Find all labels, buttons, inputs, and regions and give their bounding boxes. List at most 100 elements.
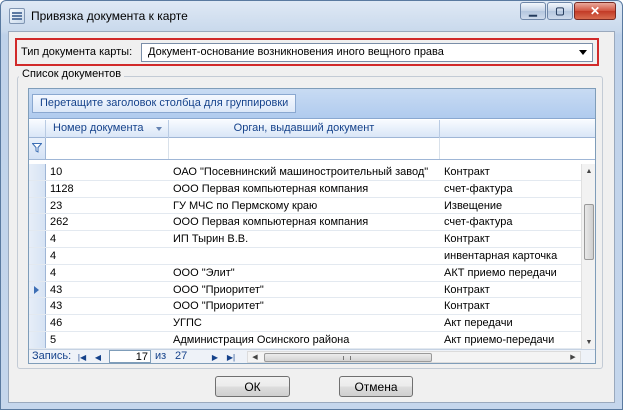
filter-button[interactable] <box>29 138 46 159</box>
column-header-issuer[interactable]: Орган, выдавший документ <box>169 120 440 138</box>
cancel-button[interactable]: Отмена <box>339 376 413 397</box>
filter-icon <box>32 143 42 153</box>
cell-type[interactable]: Контракт <box>444 233 580 245</box>
cell-number[interactable]: 10 <box>50 166 167 178</box>
row-indicator[interactable] <box>29 264 46 281</box>
cell-number[interactable]: 4 <box>50 233 167 245</box>
maximize-button[interactable]: ▢ <box>547 2 573 20</box>
row-indicator[interactable] <box>29 248 46 264</box>
cell-type[interactable]: счет-фактура <box>444 216 580 228</box>
filter-number-input[interactable] <box>46 138 169 159</box>
row-indicator[interactable] <box>29 315 46 331</box>
first-record-icon[interactable]: |◀ <box>76 351 88 363</box>
column-header-number-label: Номер документа <box>53 122 144 134</box>
grip-icon <box>343 356 351 360</box>
vertical-scrollbar[interactable]: ▲ ▼ <box>581 164 595 349</box>
next-record-icon[interactable]: ▶ <box>209 351 221 363</box>
table-row[interactable]: 10 ОАО "Посевнинский машиностроительный з… <box>29 164 581 181</box>
cell-number[interactable]: 4 <box>50 267 167 279</box>
table-row[interactable]: 5 Администрация Осинского района Акт прием… <box>29 332 581 349</box>
grid-header: Номер документа Орган, выдавший документ <box>29 120 595 138</box>
chevron-down-icon[interactable] <box>579 50 587 55</box>
table-row[interactable]: 4 инвентарная карточка <box>29 248 581 265</box>
last-record-icon[interactable]: ▶| <box>225 351 237 363</box>
table-row[interactable]: 43 ООО "Приоритет" Контракт <box>29 281 581 299</box>
table-row[interactable]: 46 УГПС Акт передачи <box>29 315 581 332</box>
cell-number[interactable]: 5 <box>50 334 167 346</box>
record-number-input[interactable]: 17 <box>109 350 151 363</box>
horizontal-scroll-thumb[interactable] <box>264 353 432 362</box>
row-indicator[interactable] <box>29 180 46 197</box>
minimize-button[interactable]: ▁ <box>520 2 546 20</box>
doc-type-panel: Тип документа карты: Документ-основание … <box>15 38 599 66</box>
row-indicator[interactable] <box>29 164 46 180</box>
ok-button[interactable]: ОК <box>215 376 290 397</box>
cell-issuer[interactable]: ООО Первая компьютерная компания <box>173 183 437 195</box>
cell-issuer[interactable]: ОАО "Посевнинский машиностроительный зав… <box>173 166 437 178</box>
filter-type-input[interactable] <box>440 138 581 159</box>
scroll-up-icon[interactable]: ▲ <box>582 164 595 178</box>
scroll-left-icon[interactable]: ◀ <box>249 352 261 362</box>
navigator-total: 27 <box>175 350 188 362</box>
row-indicator[interactable] <box>29 332 46 348</box>
close-icon: ✕ <box>589 4 601 18</box>
column-header-number[interactable]: Номер документа <box>46 120 169 138</box>
table-row[interactable]: 4 ООО "Элит" АКТ приемо передачи <box>29 264 581 282</box>
cell-number[interactable]: 43 <box>50 300 167 312</box>
cell-issuer[interactable]: ООО Первая компьютерная компания <box>173 216 437 228</box>
cell-type[interactable]: счет-фактура <box>444 183 580 195</box>
cell-type[interactable]: Извещение <box>444 200 580 212</box>
row-indicator[interactable] <box>29 197 46 214</box>
cell-issuer[interactable]: ООО "Элит" <box>173 267 437 279</box>
horizontal-scrollbar[interactable]: ◀ ▶ <box>247 351 581 363</box>
app-icon <box>9 8 25 24</box>
sort-arrow-icon <box>156 127 162 131</box>
cell-issuer[interactable]: Администрация Осинского района <box>173 334 437 346</box>
table-row[interactable]: 4 ИП Тырин В.В. Контракт <box>29 231 581 248</box>
cell-type[interactable]: Контракт <box>444 166 580 178</box>
cell-type[interactable]: АКТ приемо передачи <box>444 267 580 279</box>
table-row[interactable]: 262 ООО Первая компьютерная компания счет-… <box>29 214 581 232</box>
cell-issuer[interactable]: ИП Тырин В.В. <box>173 233 437 245</box>
cell-number[interactable]: 4 <box>50 250 167 262</box>
table-row[interactable]: 23 ГУ МЧС по Пермскому краю Извещение <box>29 197 581 215</box>
row-indicator[interactable] <box>29 298 46 315</box>
scroll-down-icon[interactable]: ▼ <box>582 335 595 349</box>
cell-number[interactable]: 46 <box>50 317 167 329</box>
doc-type-combobox[interactable]: Документ-основание возникновения иного в… <box>141 43 593 62</box>
table-row[interactable]: 1128 ООО Первая компьютерная компания счет… <box>29 180 581 198</box>
column-header-issuer-label: Орган, выдавший документ <box>233 122 375 134</box>
cell-type[interactable]: Контракт <box>444 284 580 296</box>
dialog-client-area: Тип документа карты: Документ-основание … <box>8 31 615 403</box>
navigator-label: Запись: <box>32 350 72 362</box>
cell-issuer[interactable]: УГПС <box>173 317 437 329</box>
cell-type[interactable]: Контракт <box>444 300 580 312</box>
prev-record-icon[interactable]: ◀ <box>92 351 104 363</box>
vertical-scroll-thumb[interactable] <box>584 204 594 260</box>
cell-type[interactable]: Акт передачи <box>444 317 580 329</box>
group-by-panel[interactable]: Перетащите заголовок столбца для группир… <box>29 89 595 119</box>
record-navigator: Запись: |◀ ◀ 17 из 27 ▶ ▶| ◀ ▶ <box>29 349 595 363</box>
title-bar[interactable]: Привязка документа к карте ▁ ▢ ✕ <box>1 1 622 31</box>
window-title: Привязка документа к карте <box>31 9 188 23</box>
documents-grid[interactable]: Перетащите заголовок столбца для группир… <box>28 88 596 364</box>
row-indicator[interactable] <box>29 214 46 231</box>
cell-issuer[interactable]: ООО "Приоритет" <box>173 300 437 312</box>
doc-type-value: Документ-основание возникновения иного в… <box>148 46 444 58</box>
cell-number[interactable]: 1128 <box>50 183 167 195</box>
row-indicator[interactable] <box>29 281 46 298</box>
cell-number[interactable]: 23 <box>50 200 167 212</box>
scroll-right-icon[interactable]: ▶ <box>567 352 579 362</box>
cell-issuer[interactable]: ГУ МЧС по Пермскому краю <box>173 200 437 212</box>
cell-number[interactable]: 262 <box>50 216 167 228</box>
filter-issuer-input[interactable] <box>169 138 440 159</box>
cell-type[interactable]: инвентарная карточка <box>444 250 580 262</box>
table-row[interactable]: 43 ООО "Приоритет" Контракт <box>29 298 581 316</box>
column-header-type[interactable] <box>440 120 595 138</box>
cell-number[interactable]: 43 <box>50 284 167 296</box>
cell-issuer[interactable]: ООО "Приоритет" <box>173 284 437 296</box>
close-button[interactable]: ✕ <box>574 2 616 20</box>
row-indicator[interactable] <box>29 231 46 247</box>
cell-type[interactable]: Акт приемо-передачи <box>444 334 580 346</box>
doc-type-label: Тип документа карты: <box>21 46 133 58</box>
